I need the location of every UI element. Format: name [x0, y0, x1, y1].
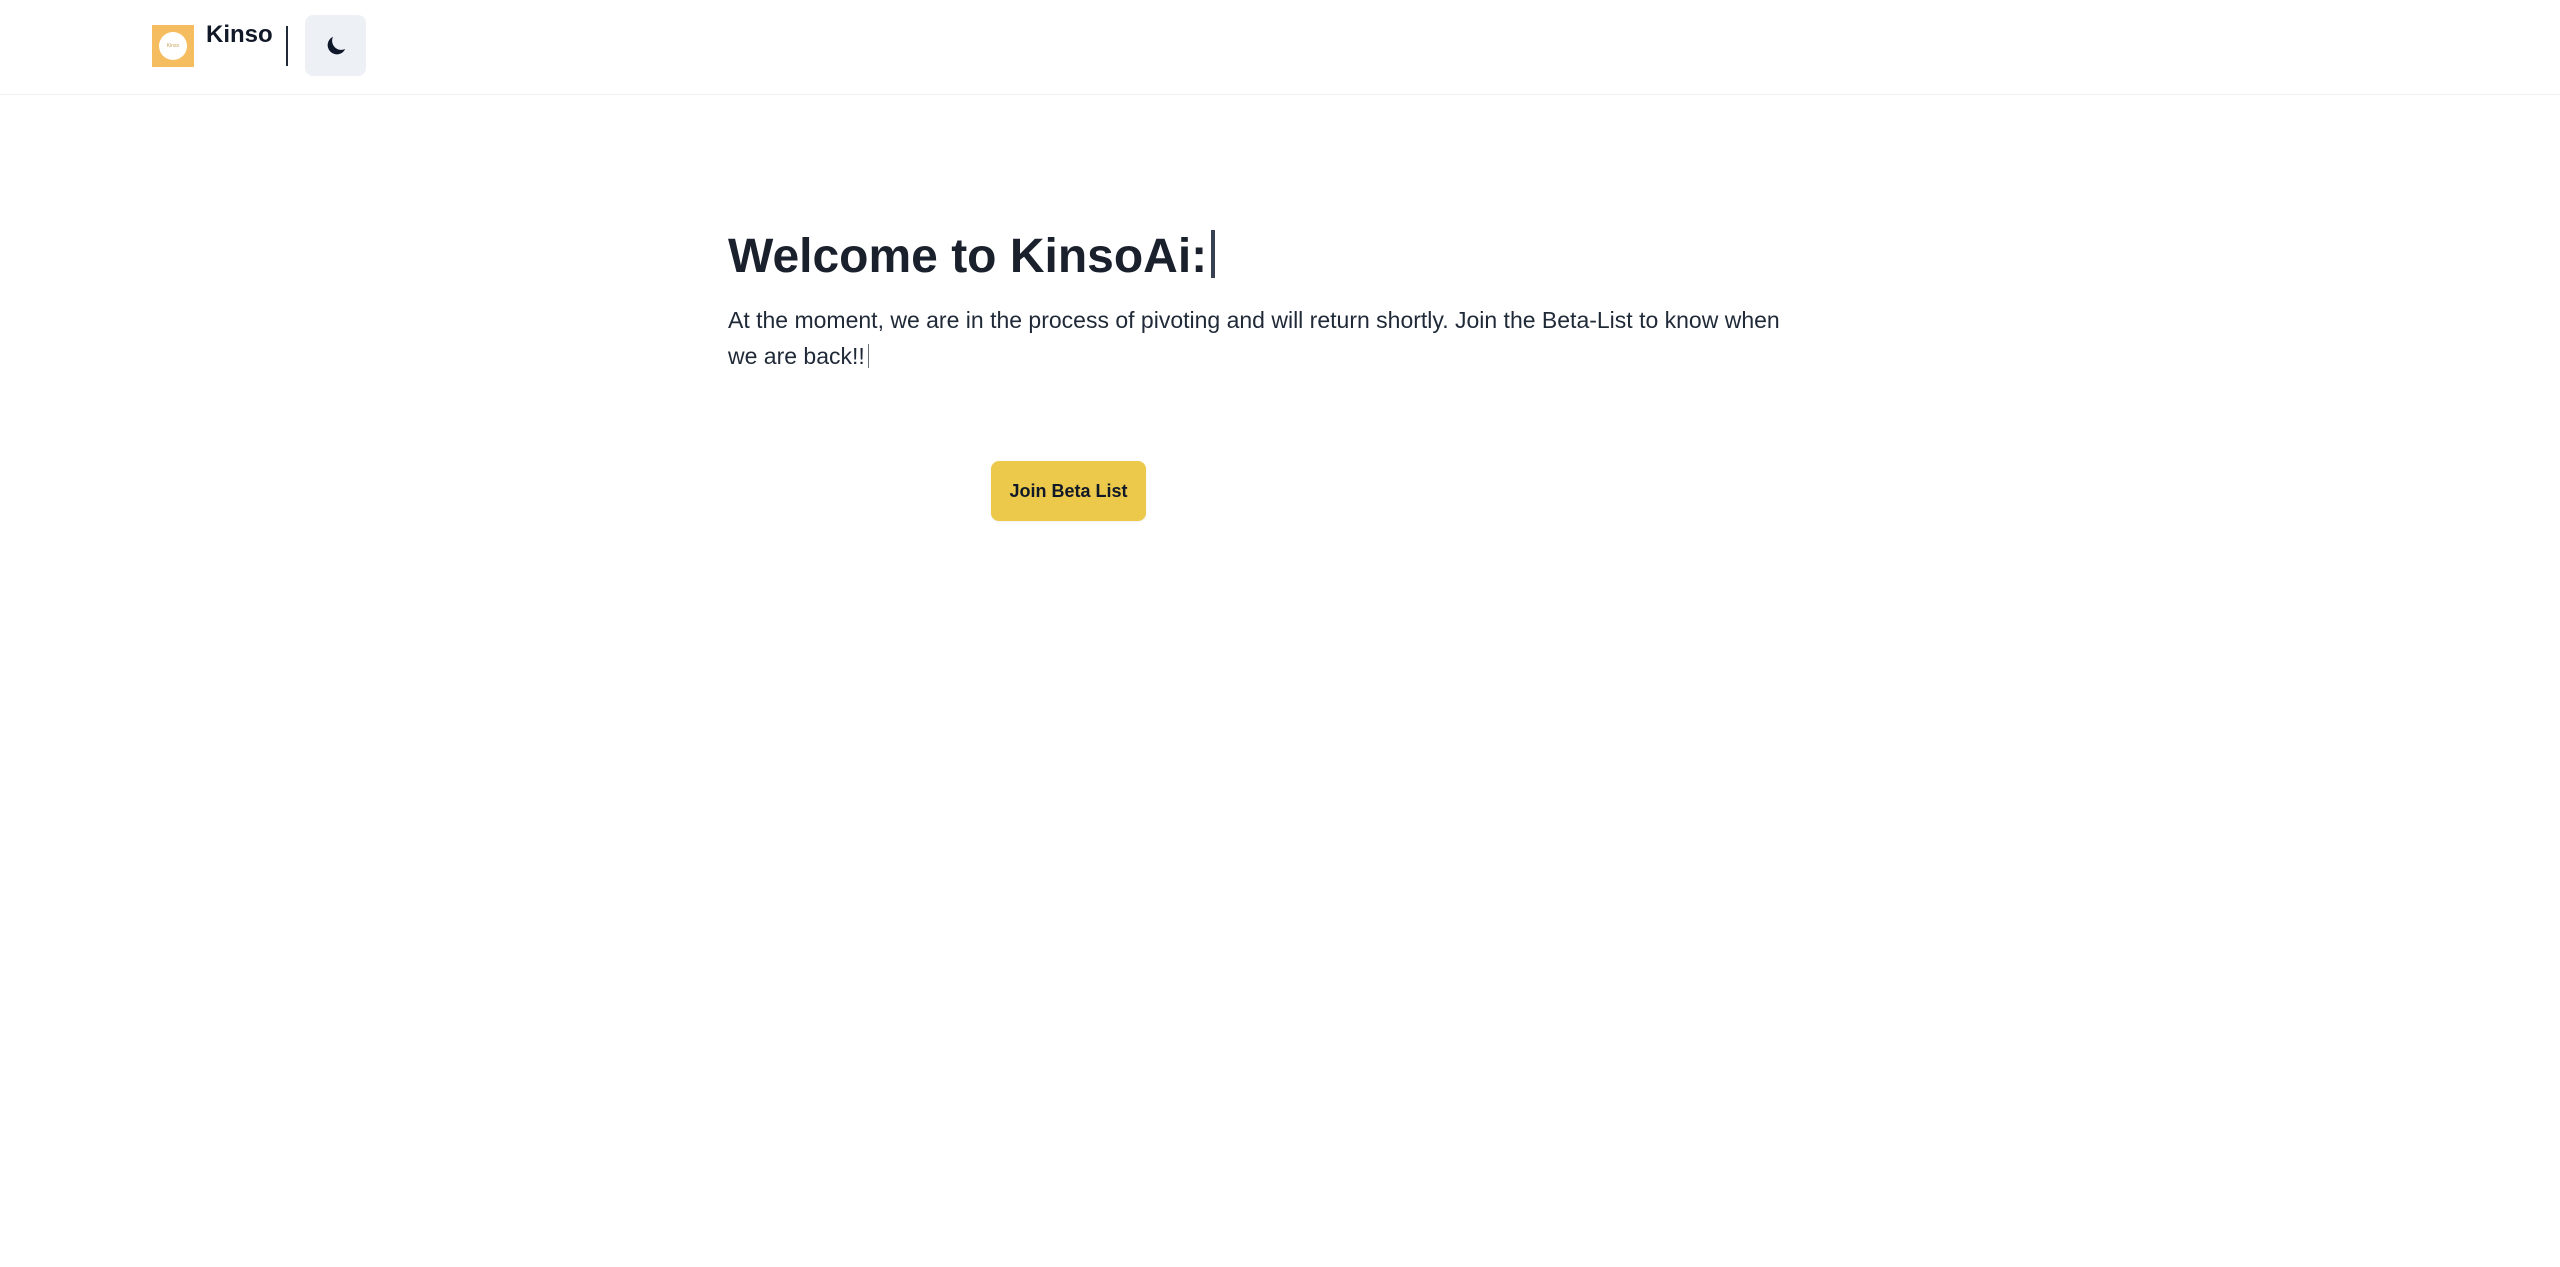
hero-subtitle-text: At the moment, we are in the process of …	[728, 307, 1780, 369]
page-title: Welcome to KinsoAi:	[728, 222, 1828, 292]
logo-text: Kinso	[166, 43, 180, 49]
header-divider	[286, 26, 288, 66]
logo[interactable]: Kinso	[152, 25, 194, 67]
moon-icon	[327, 36, 345, 54]
typing-cursor-small	[867, 344, 869, 368]
hero-subtitle: At the moment, we are in the process of …	[728, 302, 1808, 374]
typing-cursor	[1211, 230, 1216, 278]
site-header: Kinso Kinso	[0, 0, 2560, 95]
hero-section: Welcome to KinsoAi: At the moment, we ar…	[728, 222, 1828, 374]
logo-mark: Kinso	[159, 32, 187, 60]
theme-toggle-button[interactable]	[305, 15, 366, 76]
brand-name[interactable]: Kinso	[206, 20, 273, 50]
page-title-text: Welcome to KinsoAi:	[728, 230, 1208, 283]
join-beta-list-button[interactable]: Join Beta List	[991, 461, 1146, 521]
